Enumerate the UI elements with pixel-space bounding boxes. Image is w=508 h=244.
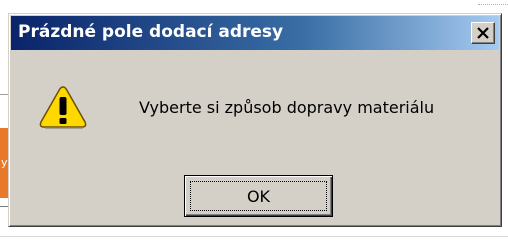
ok-button[interactable]: OK xyxy=(184,175,333,217)
close-icon xyxy=(477,26,489,39)
screen: y Prázdné pole dodací adresy Vyberte si … xyxy=(0,0,508,244)
background-app-top xyxy=(0,0,508,12)
dialog-title: Prázdné pole dodací adresy xyxy=(18,22,284,42)
message-dialog: Prázdné pole dodací adresy Vyberte si zp… xyxy=(8,13,502,227)
ok-button-label: OK xyxy=(246,186,271,206)
warning-icon xyxy=(39,86,87,129)
dialog-titlebar[interactable]: Prázdné pole dodací adresy xyxy=(11,16,499,50)
background-app-dots xyxy=(478,4,508,7)
close-button[interactable] xyxy=(471,22,495,44)
background-app-bottom-divider xyxy=(0,236,508,237)
dialog-message: Vyberte si způsob dopravy materiálu xyxy=(139,98,435,117)
